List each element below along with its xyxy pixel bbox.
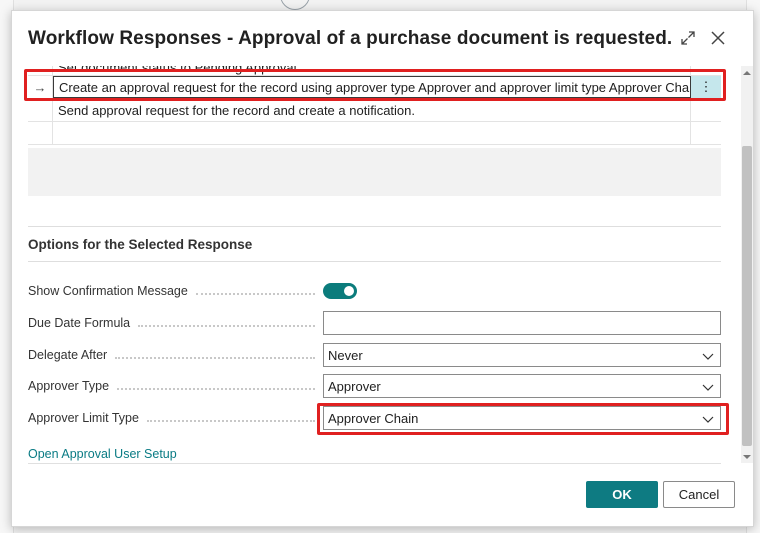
chevron-down-icon	[702, 384, 714, 391]
response-text: Create an approval request for the recor…	[59, 79, 691, 95]
field-label: Delegate After	[28, 348, 323, 362]
approver-type-select[interactable]: Approver	[323, 374, 721, 398]
due-date-formula-input[interactable]	[323, 311, 721, 335]
workflow-responses-dialog: Workflow Responses - Approval of a purch…	[11, 10, 754, 527]
grid-empty-area	[28, 148, 721, 196]
due-date-formula-field: Due Date Formula	[28, 311, 721, 335]
table-row-selected[interactable]: → Create an approval request for the rec…	[28, 76, 721, 99]
background-share-icon	[340, 0, 370, 10]
row-indicator	[28, 99, 53, 121]
responses-grid: Set document status to Pending Approval.…	[28, 66, 721, 145]
select-value: Approver	[328, 378, 381, 394]
field-label: Approver Limit Type	[28, 411, 323, 425]
row-menu[interactable]	[691, 99, 721, 121]
section-divider	[28, 261, 721, 262]
field-label: Approver Type	[28, 379, 323, 393]
response-description[interactable]: Send approval request for the record and…	[53, 99, 691, 121]
background-edit-icon	[280, 0, 310, 10]
toggle-knob	[344, 286, 354, 296]
row-menu[interactable]	[691, 66, 721, 75]
ok-button[interactable]: OK	[586, 481, 658, 508]
footer-divider	[28, 463, 721, 464]
expand-icon[interactable]	[676, 26, 700, 50]
scrollbar-thumb[interactable]	[742, 146, 752, 446]
dialog-content: Set document status to Pending Approval.…	[12, 66, 754, 466]
section-title: Options for the Selected Response	[28, 237, 253, 252]
background-add-icon	[400, 0, 430, 10]
field-label: Due Date Formula	[28, 316, 323, 330]
section-divider	[28, 226, 721, 227]
select-value: Approver Chain	[328, 410, 419, 426]
dialog-title: Workflow Responses - Approval of a purch…	[28, 28, 673, 49]
row-menu[interactable]	[691, 122, 721, 144]
open-approval-user-setup-link[interactable]: Open Approval User Setup	[28, 447, 177, 461]
approver-limit-type-field: Approver Limit Type Approver Chain	[28, 406, 721, 430]
response-description[interactable]	[53, 122, 691, 144]
response-description[interactable]: Set document status to Pending Approval.	[53, 66, 691, 75]
table-row[interactable]: Send approval request for the record and…	[28, 99, 721, 122]
field-label: Show Confirmation Message	[28, 284, 323, 298]
approver-limit-type-select[interactable]: Approver Chain	[323, 406, 721, 430]
show-confirmation-field: Show Confirmation Message	[28, 279, 721, 303]
row-indicator	[28, 122, 53, 144]
table-row[interactable]: Set document status to Pending Approval.	[28, 66, 721, 76]
scroll-down-icon[interactable]	[743, 453, 751, 461]
background-toolbar	[280, 0, 430, 10]
approver-type-field: Approver Type Approver	[28, 374, 721, 398]
show-confirmation-toggle[interactable]	[323, 283, 357, 299]
row-indicator	[28, 66, 53, 75]
row-arrow-icon: →	[28, 76, 53, 98]
table-row-empty[interactable]	[28, 122, 721, 145]
content-scrollbar[interactable]	[741, 66, 753, 463]
delegate-after-field: Delegate After Never	[28, 343, 721, 367]
response-description[interactable]: Create an approval request for the recor…	[53, 76, 691, 98]
chevron-down-icon	[702, 353, 714, 360]
delegate-after-select[interactable]: Never	[323, 343, 721, 367]
field-control	[323, 279, 721, 303]
close-icon[interactable]	[706, 26, 730, 50]
chevron-down-icon	[702, 416, 714, 423]
cancel-button[interactable]: Cancel	[663, 481, 735, 508]
select-value: Never	[328, 347, 363, 363]
row-action-menu-icon[interactable]: ⋮	[691, 76, 721, 98]
scroll-up-icon[interactable]	[743, 69, 751, 77]
